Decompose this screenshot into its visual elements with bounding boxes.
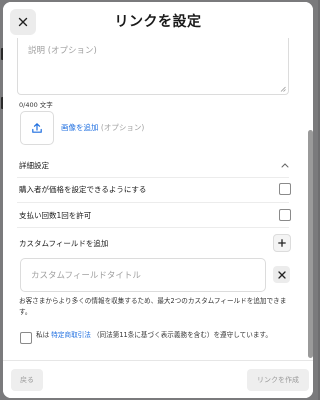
char-count: 0/400 文字 (19, 101, 53, 109)
scrollbar-thumb[interactable] (308, 130, 313, 358)
remove-custom-field-button[interactable] (273, 266, 290, 283)
legal-compliance-text: 私は 特定商取引法 （同法第11条に基づく表示義務を含む）を遵守しています。 (36, 330, 291, 341)
add-custom-field-button[interactable] (273, 234, 291, 252)
add-image-optional-label: (オプション) (100, 123, 145, 132)
create-link-button[interactable]: リンクを作成 (247, 369, 309, 391)
add-image-label: 画像を追加 (61, 123, 99, 132)
custom-field-help-text: お客さまからより多くの情報を収集するため、最大2つのカスタムフィールドを追加でき… (19, 297, 287, 316)
plus-icon (278, 239, 286, 247)
custom-price-checkbox[interactable] (279, 183, 291, 195)
modal-scroll-content: 説明 (オプション) 0/400 文字 画像を追加 (オプション) 詳細設定 購… (3, 38, 313, 360)
legal-prefix: 私は (36, 331, 50, 339)
modal-title: リンクを設定 (114, 14, 202, 30)
modal-footer: 戻る リンクを作成 (3, 360, 313, 398)
add-image-link[interactable]: 画像を追加 (オプション) (61, 122, 144, 133)
back-button[interactable]: 戻る (11, 369, 43, 391)
close-icon (277, 270, 286, 279)
option-label-custom-price: 購入者が価格を設定できるようにする (19, 185, 147, 194)
link-settings-modal: リンクを設定 説明 (オプション) 0/400 文字 画像を追加 (オプション)… (3, 2, 313, 398)
custom-field-title-input[interactable]: カスタムフィールドタイトル (20, 258, 266, 292)
divider (17, 202, 289, 203)
custom-field-placeholder: カスタムフィールドタイトル (31, 271, 141, 281)
chevron-up-icon[interactable] (281, 162, 289, 168)
single-payment-checkbox[interactable] (279, 209, 291, 221)
image-upload-button[interactable] (20, 111, 54, 145)
divider (17, 177, 289, 178)
advanced-settings-title: 詳細設定 (19, 161, 49, 170)
upload-icon (32, 123, 42, 133)
description-placeholder: 説明 (オプション) (28, 46, 97, 56)
divider (17, 227, 289, 228)
resize-grip-icon[interactable] (280, 86, 286, 92)
custom-field-section-label: カスタムフィールドを追加 (19, 239, 109, 248)
option-label-single-payment: 支払い回数1回を許可 (19, 211, 92, 220)
modal-header: リンクを設定 (3, 2, 313, 38)
legal-suffix: （同法第11条に基づく表示義務を含む）を遵守しています。 (92, 331, 272, 339)
description-textarea[interactable]: 説明 (オプション) (17, 38, 289, 95)
legal-law-link[interactable]: 特定商取引法 (51, 331, 91, 339)
legal-compliance-checkbox[interactable] (20, 332, 32, 344)
